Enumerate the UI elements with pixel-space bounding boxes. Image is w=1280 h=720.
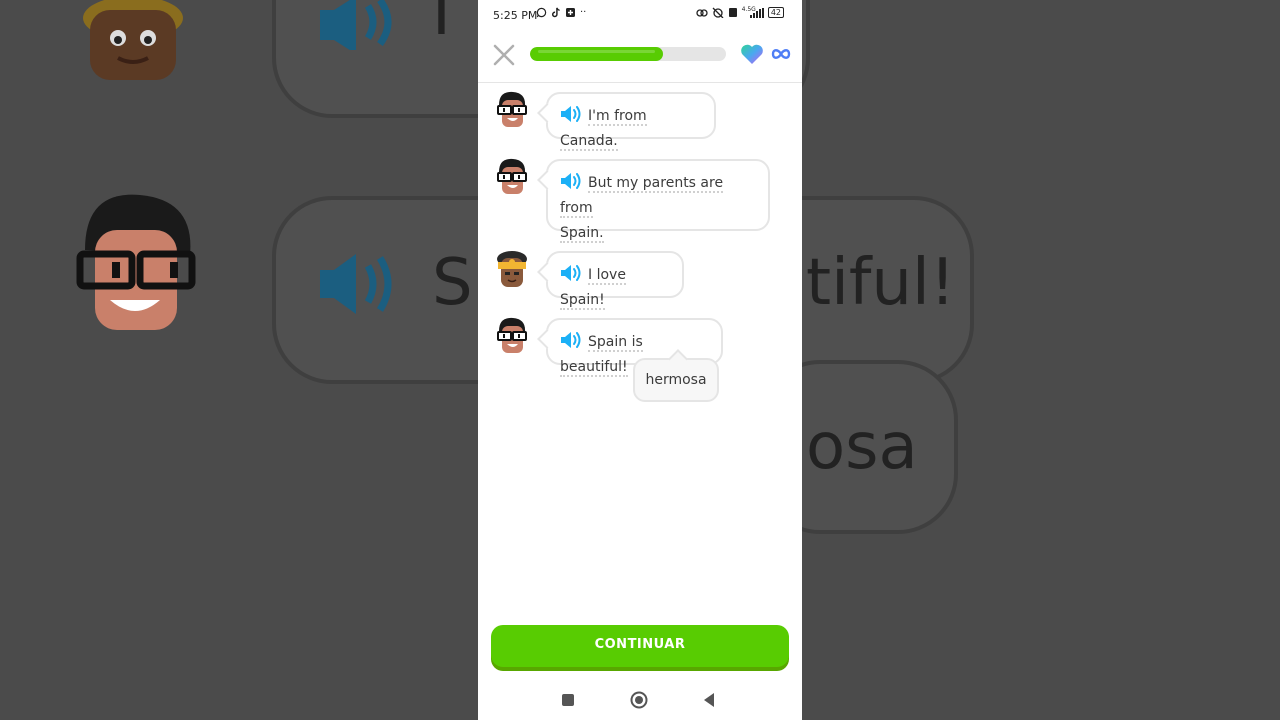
- android-nav-bar: [478, 680, 802, 720]
- headwrap-woman-avatar-icon: [497, 251, 527, 287]
- tiktok-icon: [551, 7, 560, 18]
- recent-apps-icon[interactable]: [559, 691, 577, 709]
- more-dots-icon: ··: [580, 7, 587, 18]
- bg-text-top: I: [432, 0, 451, 50]
- heart-icon[interactable]: [740, 43, 764, 65]
- bg-avatar-mid-icon: [76, 194, 196, 330]
- lesson-header: [478, 38, 802, 72]
- bg-speaker-mid-icon: [320, 254, 392, 314]
- continue-button[interactable]: CONTINUAR: [491, 625, 789, 667]
- back-icon[interactable]: [700, 691, 718, 709]
- bg-speaker-top-icon: [320, 0, 392, 50]
- status-app-icons: ··: [536, 7, 586, 18]
- glasses-man-avatar-icon: [497, 158, 527, 194]
- speaker-icon[interactable]: [560, 172, 582, 190]
- message-text-line1[interactable]: But my parents are from: [560, 175, 724, 218]
- progress-fill: [530, 47, 664, 61]
- bg-avatar-top-icon: [83, 0, 183, 80]
- alarm-off-icon: [712, 7, 724, 18]
- header-divider: [478, 82, 802, 83]
- phone-screen: 5:25 PM ·· 4.5G 42 I'm from Canada. But …: [478, 0, 802, 720]
- speaker-icon[interactable]: [560, 331, 582, 349]
- status-time: 5:25 PM: [493, 9, 538, 22]
- close-icon[interactable]: [492, 43, 516, 67]
- bg-text-mid-right: tiful!: [806, 246, 956, 320]
- speaker-icon[interactable]: [560, 264, 582, 282]
- glasses-man-avatar-icon: [497, 317, 527, 353]
- progress-shine: [538, 50, 656, 53]
- sim-icon: [728, 8, 737, 17]
- translation-tooltip: hermosa: [633, 358, 719, 402]
- message-bubble: I love Spain!: [546, 251, 684, 310]
- message-text-line2[interactable]: Spain.: [560, 225, 604, 243]
- link-icon: [695, 8, 708, 17]
- speaker-icon[interactable]: [560, 105, 582, 123]
- status-bar: 5:25 PM ·· 4.5G 42: [478, 0, 802, 30]
- lesson-progress-bar: [530, 47, 726, 61]
- home-icon[interactable]: [630, 691, 648, 709]
- whatsapp-icon: [536, 7, 547, 18]
- battery-indicator: 42: [767, 7, 784, 18]
- infinity-icon: [771, 49, 791, 59]
- app-notification-icon: [566, 8, 575, 17]
- status-right: 4.5G 42: [695, 6, 784, 18]
- glasses-man-avatar-icon: [497, 91, 527, 127]
- signal-icon: [749, 7, 764, 18]
- message-bubble: But my parents are from Spain.: [546, 159, 770, 243]
- bg-text-bottom: osa: [806, 410, 918, 484]
- message-bubble: I'm from Canada.: [546, 92, 716, 151]
